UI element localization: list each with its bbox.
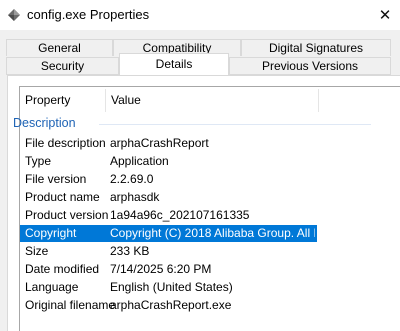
tab-general[interactable]: General bbox=[6, 39, 113, 56]
group-heading-description: Description bbox=[13, 116, 76, 130]
property-name: Type bbox=[25, 154, 52, 168]
property-name: Date modified bbox=[25, 262, 100, 276]
property-value: Copyright (C) 2018 Alibaba Group. All Ri… bbox=[110, 226, 315, 240]
property-row[interactable]: Type Application bbox=[20, 153, 400, 170]
property-row[interactable]: Product name arphasdk bbox=[20, 189, 400, 206]
title-bar: config.exe Properties ✕ bbox=[0, 0, 400, 30]
property-value: 233 KB bbox=[110, 244, 150, 258]
property-row[interactable]: Date modified 7/14/2025 6:20 PM bbox=[20, 261, 400, 278]
property-value: 2.2.69.0 bbox=[110, 172, 154, 186]
property-value: English (United States) bbox=[110, 280, 233, 294]
property-value: 7/14/2025 6:20 PM bbox=[110, 262, 212, 276]
property-value: 1a94a96c_202107161335 bbox=[110, 208, 250, 222]
property-row[interactable]: Original filename arphaCrashReport.exe bbox=[20, 297, 400, 314]
close-icon: ✕ bbox=[378, 7, 392, 24]
property-name: Copyright bbox=[25, 226, 77, 240]
property-row-selected[interactable]: Copyright Copyright (C) 2018 Alibaba Gro… bbox=[20, 225, 317, 242]
property-row[interactable]: Product version 1a94a96c_202107161335 bbox=[20, 207, 400, 224]
tab-digital-signatures[interactable]: Digital Signatures bbox=[241, 39, 391, 56]
column-header-value[interactable]: Value bbox=[106, 87, 318, 114]
property-value: arphasdk bbox=[110, 190, 160, 204]
property-name: Language bbox=[25, 280, 79, 294]
property-row[interactable]: File description arphaCrashReport bbox=[20, 135, 400, 152]
tab-details[interactable]: Details bbox=[119, 53, 229, 75]
property-name: File description bbox=[25, 136, 106, 150]
tab-previous-versions[interactable]: Previous Versions bbox=[229, 57, 391, 75]
property-row[interactable]: File version 2.2.69.0 bbox=[20, 171, 400, 188]
property-name: Product version bbox=[25, 208, 109, 222]
group-divider bbox=[99, 124, 371, 125]
property-name: Product name bbox=[25, 190, 100, 204]
close-button[interactable]: ✕ bbox=[372, 3, 398, 27]
property-row[interactable]: Language English (United States) bbox=[20, 279, 400, 296]
window-title: config.exe Properties bbox=[27, 7, 150, 22]
property-name: Original filename bbox=[25, 298, 116, 312]
property-value: Application bbox=[110, 154, 169, 168]
property-value: arphaCrashReport.exe bbox=[110, 298, 232, 312]
column-divider[interactable] bbox=[318, 89, 319, 112]
application-icon bbox=[8, 9, 20, 21]
property-name: Size bbox=[25, 244, 49, 258]
tab-security[interactable]: Security bbox=[6, 57, 119, 75]
property-row[interactable]: Size 233 KB bbox=[20, 243, 400, 260]
property-value: arphaCrashReport bbox=[110, 136, 209, 150]
property-name: File version bbox=[25, 172, 87, 186]
column-header-property[interactable]: Property bbox=[20, 87, 105, 114]
